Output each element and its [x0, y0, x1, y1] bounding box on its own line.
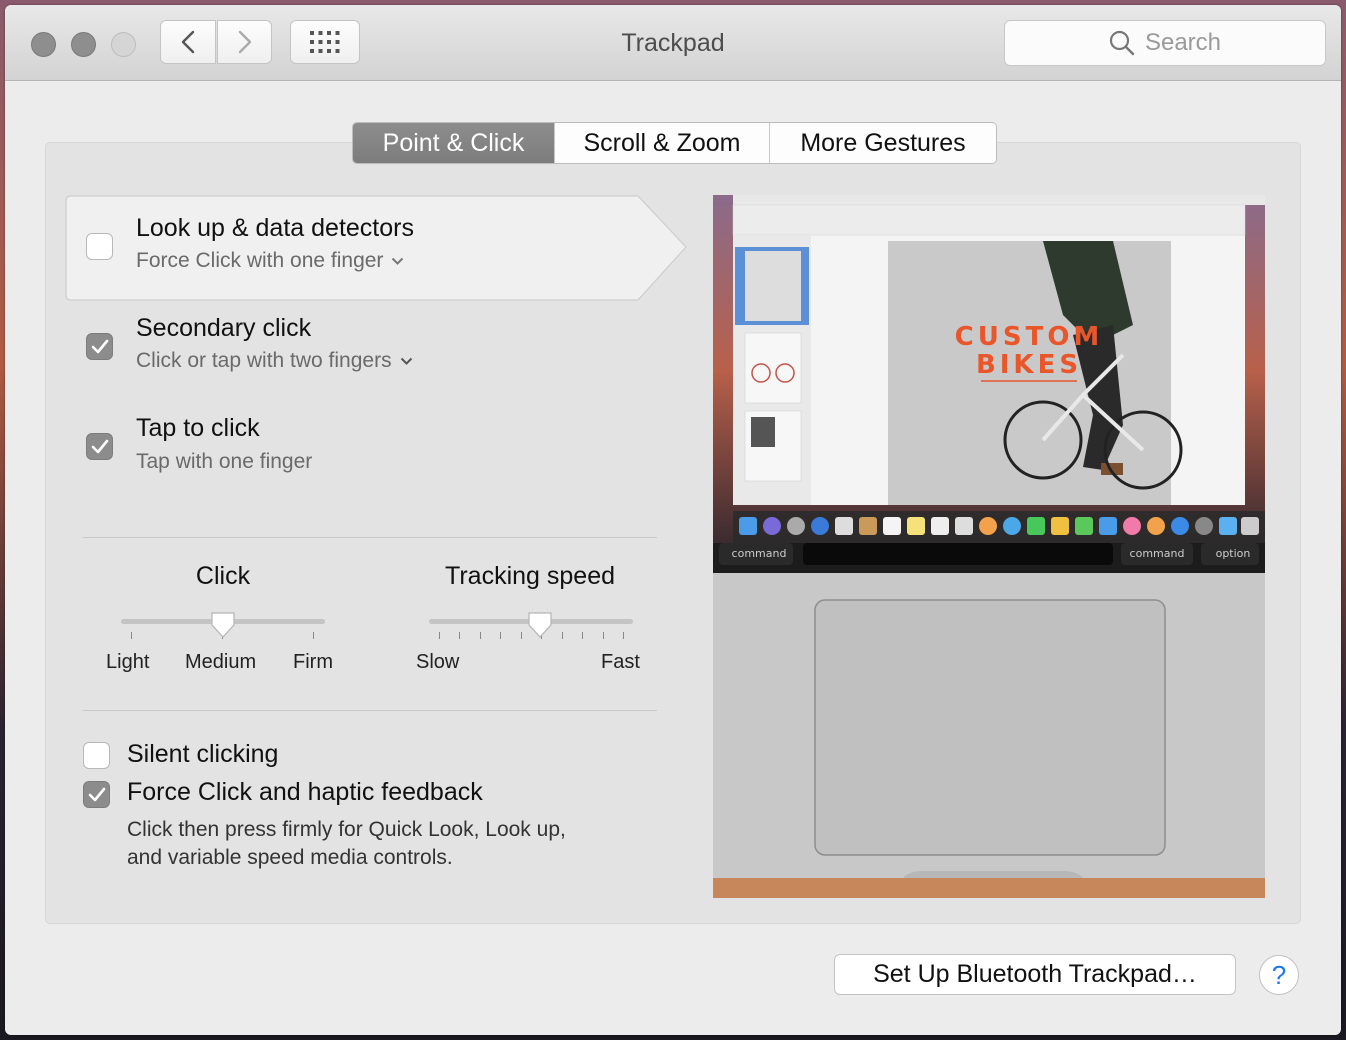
- tracking-slider-knob[interactable]: [527, 611, 553, 639]
- tap-to-click-title: Tap to click: [136, 414, 260, 442]
- force-click-desc-2: and variable speed media controls.: [127, 846, 453, 869]
- preview-illustration: CUSTOM BIKES command command option: [713, 195, 1265, 898]
- tab-bar: Point & Click Scroll & Zoom More Gesture…: [352, 122, 997, 164]
- tracking-tick: [623, 632, 624, 639]
- checkmark-icon: [88, 787, 105, 801]
- force-click-checkbox[interactable]: [83, 781, 110, 808]
- tracking-tick: [582, 632, 584, 639]
- tracking-tick-slow: Slow: [416, 651, 460, 673]
- tracking-tick-fast: Fast: [601, 651, 640, 673]
- lookup-gesture-dropdown[interactable]: Force Click with one finger: [136, 249, 404, 273]
- lookup-gesture-value: Force Click with one finger: [136, 249, 384, 272]
- lookup-checkbox[interactable]: [86, 233, 113, 260]
- chevron-down-icon: [392, 257, 404, 265]
- gesture-preview-video: CUSTOM BIKES command command option: [713, 195, 1265, 898]
- tab-point-click[interactable]: Point & Click: [353, 123, 554, 163]
- chevron-down-icon: [400, 357, 412, 365]
- preview-doc-title-2: BIKES: [976, 350, 1082, 380]
- tracking-tick: [602, 632, 604, 639]
- title-bar: Trackpad Search: [5, 5, 1341, 81]
- secondary-click-value: Click or tap with two fingers: [136, 349, 392, 372]
- tab-scroll-zoom[interactable]: Scroll & Zoom: [554, 123, 769, 163]
- tab-more-gestures[interactable]: More Gestures: [769, 123, 996, 163]
- click-tick-firm: Firm: [293, 651, 333, 673]
- click-slider-label: Click: [195, 562, 251, 590]
- tracking-tick: [459, 632, 461, 639]
- silent-clicking-checkbox[interactable]: [83, 742, 110, 769]
- search-icon: [1109, 30, 1135, 56]
- preview-key-option: option: [1216, 547, 1251, 560]
- lookup-title: Look up & data detectors: [136, 214, 414, 242]
- preview-doc-title-1: CUSTOM: [955, 322, 1104, 352]
- click-tick-light: Light: [106, 651, 150, 673]
- preview-key-command-right: command: [1130, 547, 1185, 560]
- search-field[interactable]: Search: [1004, 20, 1326, 66]
- tracking-tick: [561, 632, 563, 639]
- checkmark-icon: [91, 439, 108, 453]
- checkmark-icon: [91, 339, 108, 353]
- tracking-tick: [500, 632, 502, 639]
- force-click-desc-1: Click then press firmly for Quick Look, …: [127, 818, 566, 841]
- click-tick-medium: Medium: [185, 651, 257, 673]
- tracking-slider-label: Tracking speed: [445, 562, 615, 590]
- tracking-tick: [520, 632, 522, 639]
- secondary-click-title: Secondary click: [136, 314, 312, 342]
- preview-key-command-left: command: [732, 547, 787, 560]
- divider: [83, 710, 657, 711]
- search-placeholder: Search: [1144, 29, 1222, 56]
- preferences-window: Trackpad Search Point & Click Scroll & Z…: [5, 5, 1341, 1035]
- tap-to-click-sub: Tap with one finger: [136, 450, 313, 473]
- click-tick: [313, 632, 314, 639]
- click-tick: [131, 632, 132, 639]
- tracking-tick: [439, 632, 440, 639]
- tap-to-click-checkbox[interactable]: [86, 433, 113, 460]
- setup-bluetooth-trackpad-button[interactable]: Set Up Bluetooth Trackpad…: [834, 954, 1236, 995]
- secondary-click-checkbox[interactable]: [86, 333, 113, 360]
- divider: [83, 537, 657, 538]
- silent-clicking-title: Silent clicking: [127, 740, 279, 768]
- tracking-tick: [479, 632, 481, 639]
- help-button[interactable]: ?: [1259, 955, 1299, 995]
- click-slider-knob[interactable]: [210, 611, 236, 639]
- force-click-title: Force Click and haptic feedback: [127, 778, 483, 806]
- secondary-click-dropdown[interactable]: Click or tap with two fingers: [136, 349, 413, 373]
